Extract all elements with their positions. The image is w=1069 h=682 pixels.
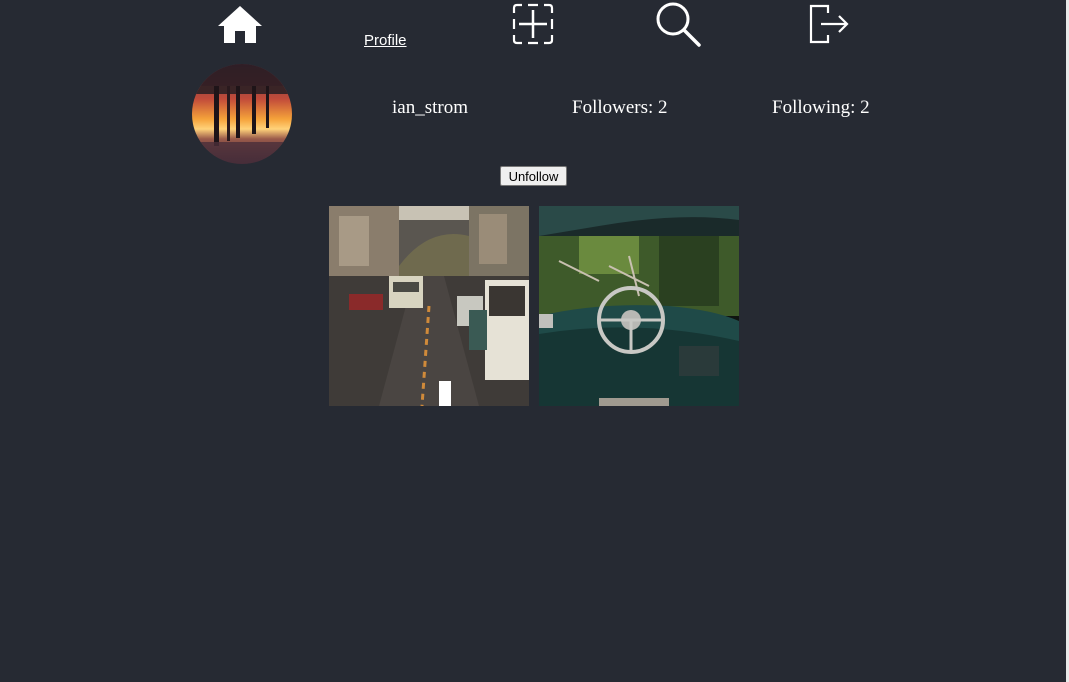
add-post-icon bbox=[512, 3, 554, 45]
profile-username: ian_strom bbox=[392, 97, 468, 118]
post-thumbnail[interactable] bbox=[539, 206, 739, 406]
create-post-button[interactable] bbox=[509, 1, 557, 47]
home-button[interactable] bbox=[215, 2, 265, 46]
following-count[interactable]: Following: 2 bbox=[772, 97, 870, 119]
post-image bbox=[539, 206, 739, 406]
search-icon bbox=[656, 2, 701, 47]
home-icon bbox=[218, 6, 262, 43]
search-button[interactable] bbox=[653, 0, 703, 48]
logout-button[interactable] bbox=[806, 2, 850, 46]
profile-link[interactable]: Profile bbox=[364, 32, 407, 49]
post-image bbox=[329, 206, 529, 406]
profile-avatar bbox=[192, 64, 292, 164]
unfollow-button[interactable]: Unfollow bbox=[500, 166, 567, 186]
post-thumbnail[interactable] bbox=[329, 206, 529, 406]
followers-count[interactable]: Followers: 2 bbox=[572, 97, 668, 119]
logout-icon bbox=[809, 4, 849, 44]
